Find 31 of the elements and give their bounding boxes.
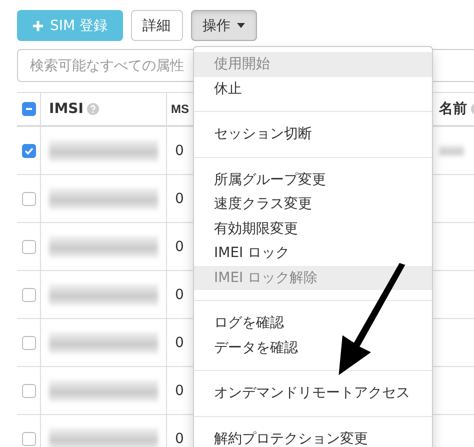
row-checkbox[interactable] (22, 192, 36, 206)
table-cell: 0 (175, 430, 184, 446)
menu-item[interactable]: 所属グループ変更 (194, 168, 432, 192)
row-checkbox[interactable] (22, 144, 36, 158)
row-checkbox[interactable] (22, 336, 36, 350)
column-header: IMSI (49, 101, 84, 117)
table-cell: 0 (175, 286, 184, 302)
column-header: 名前 (439, 100, 467, 118)
caret-icon (236, 23, 245, 28)
row-checkbox[interactable] (22, 384, 36, 398)
menu-item[interactable]: ログを確認 (194, 311, 432, 336)
menu-item[interactable]: セッション切断 (194, 122, 432, 146)
column-header: MS (171, 102, 189, 116)
menu-item[interactable]: 速度クラス変更 (194, 192, 432, 216)
menu-item[interactable]: 有効期限変更 (194, 216, 432, 241)
row-checkbox[interactable] (22, 288, 36, 302)
actions-dropdown-button[interactable]: 操作 (190, 10, 257, 41)
menu-item[interactable]: 解約プロテクション変更 (194, 426, 432, 447)
table-cell: 0 (175, 382, 184, 398)
menu-item[interactable]: オンデマンドリモートアクセス (194, 381, 432, 406)
table-cell: 0 (175, 334, 184, 350)
menu-item[interactable]: IMEI ロック (194, 241, 432, 266)
plus-icon (32, 20, 44, 32)
details-button[interactable]: 詳細 (130, 10, 183, 41)
table-cell: 0 (175, 190, 184, 206)
row-checkbox[interactable] (22, 240, 36, 254)
table-cell: 0 (175, 238, 184, 254)
row-checkbox[interactable] (22, 432, 36, 446)
table-cell: 0 (175, 142, 184, 158)
select-all-checkbox[interactable] (22, 102, 36, 116)
menu-item[interactable]: データを確認 (194, 336, 432, 360)
